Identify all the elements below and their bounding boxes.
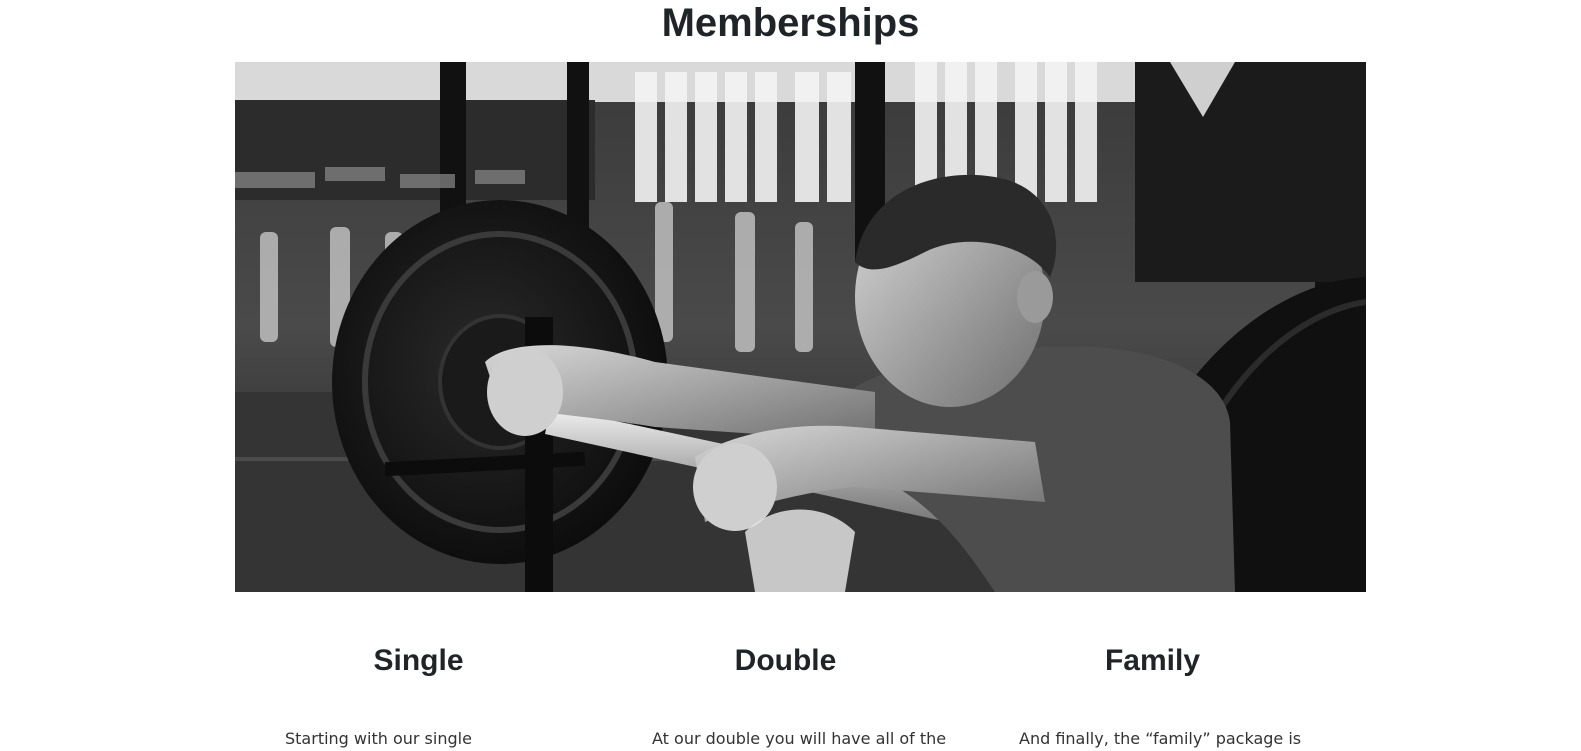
section-title: Memberships — [661, 1, 920, 45]
plan-description: Starting with our single — [285, 729, 472, 748]
hero-image — [235, 62, 1366, 592]
plan-family: Family And finally, the “family” package… — [969, 640, 1336, 748]
plan-description: At our double you will have all of the — [652, 729, 947, 748]
memberships-page: Memberships Single Starting with our sin… — [0, 0, 1581, 751]
plan-description: And finally, the “family” package is — [1019, 729, 1302, 748]
plan-title: Double — [734, 644, 837, 677]
membership-plans: Single Starting with our single Double A… — [235, 640, 1366, 751]
gym-photo-illustration — [235, 62, 1366, 592]
plan-single: Single Starting with our single — [235, 640, 602, 748]
plan-title: Single — [373, 644, 464, 677]
plan-title: Family — [1104, 644, 1201, 677]
plan-double: Double At our double you will have all o… — [602, 640, 969, 748]
